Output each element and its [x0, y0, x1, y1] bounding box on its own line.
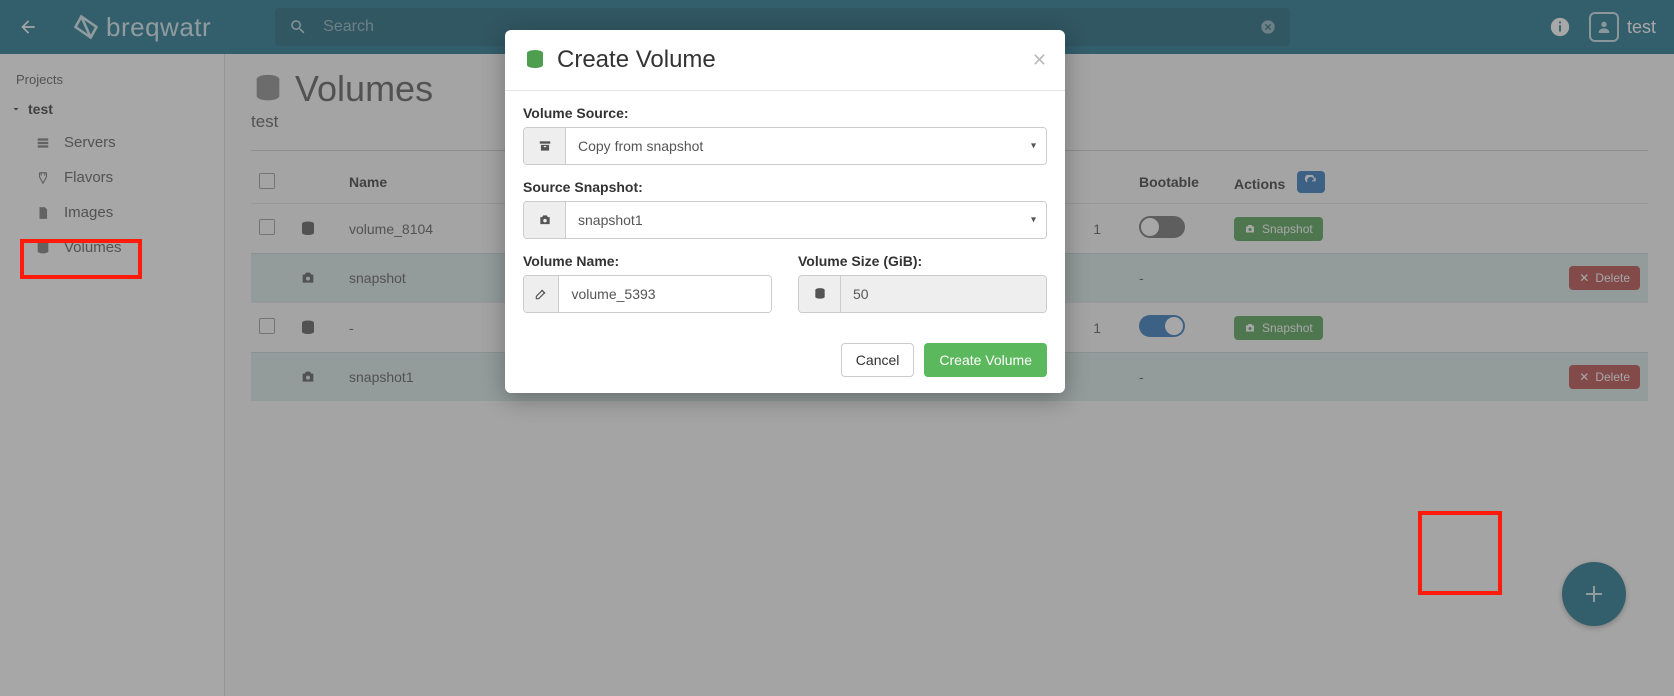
source-snapshot-value: snapshot1 [566, 202, 1046, 238]
close-icon[interactable]: ✕ [1032, 50, 1047, 71]
archive-icon [524, 128, 566, 164]
volume-name-group [523, 275, 772, 313]
volume-size-group: 50 [798, 275, 1047, 313]
volume-size-value: 50 [841, 276, 1046, 312]
database-icon [799, 276, 841, 312]
database-icon [523, 47, 547, 73]
create-volume-button[interactable]: Create Volume [924, 343, 1047, 377]
create-volume-modal: Create Volume ✕ Volume Source: Copy from… [505, 30, 1065, 393]
label-volume-source: Volume Source: [523, 105, 1047, 121]
volume-source-select[interactable]: Copy from snapshot ▾ [523, 127, 1047, 165]
volume-name-input[interactable] [559, 276, 771, 312]
cancel-button[interactable]: Cancel [841, 343, 915, 377]
chevron-down-icon: ▾ [1031, 141, 1036, 152]
label-source-snapshot: Source Snapshot: [523, 179, 1047, 195]
chevron-down-icon: ▾ [1031, 215, 1036, 226]
edit-icon [524, 276, 559, 312]
source-snapshot-select[interactable]: snapshot1 ▾ [523, 201, 1047, 239]
label-volume-size: Volume Size (GiB): [798, 253, 1047, 269]
volume-source-value: Copy from snapshot [566, 128, 1046, 164]
camera-icon [524, 202, 566, 238]
label-volume-name: Volume Name: [523, 253, 772, 269]
modal-title: Create Volume [557, 46, 716, 74]
